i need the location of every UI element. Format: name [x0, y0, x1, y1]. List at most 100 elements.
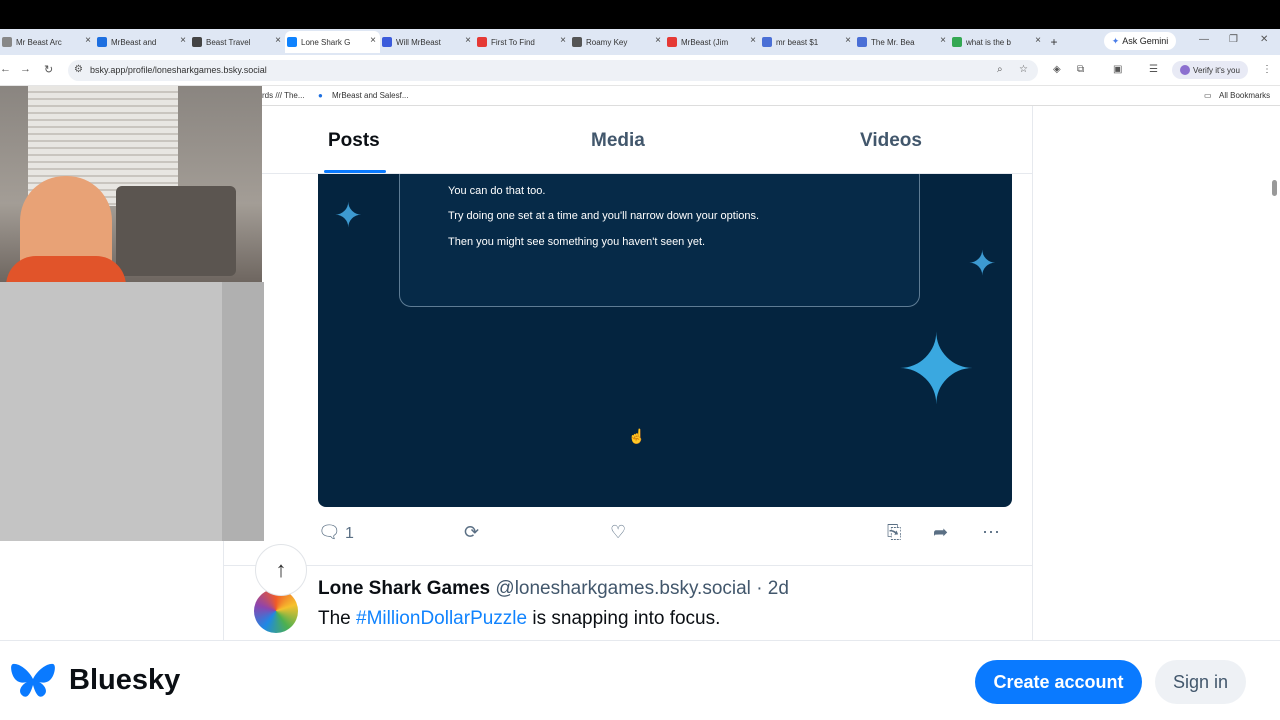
close-window-icon[interactable]: ✕: [1260, 34, 1268, 45]
folder-icon: ▭: [1204, 91, 1212, 100]
tab-favicon-icon: [192, 37, 202, 47]
share-icon[interactable]: ➦: [933, 522, 948, 543]
bookmark-item[interactable]: rds /// The...: [262, 91, 305, 100]
webcam-overlay: [0, 86, 262, 282]
bookmark-star-icon[interactable]: ☆: [1019, 64, 1028, 75]
zoom-icon[interactable]: ⌕: [997, 64, 1003, 75]
tab-videos[interactable]: Videos: [860, 130, 922, 152]
ask-gemini-button[interactable]: ✦ Ask Gemini: [1104, 32, 1176, 50]
hashtag-link[interactable]: #MillionDollarPuzzle: [356, 608, 527, 629]
post-author-line: Lone Shark Games @lonesharkgames.bsky.so…: [318, 578, 789, 600]
grey-overlay: [0, 282, 264, 541]
hand-cursor-icon: ☝: [628, 428, 646, 444]
minimize-icon[interactable]: —: [1199, 34, 1209, 45]
split-view-icon[interactable]: ▣: [1113, 64, 1122, 75]
top-black-strip: [0, 0, 1280, 29]
new-tab-button[interactable]: +: [1045, 35, 1063, 49]
all-bookmarks[interactable]: All Bookmarks: [1219, 91, 1270, 100]
person-hoodie: [6, 256, 126, 282]
browser-tab[interactable]: Will MrBeast ×: [380, 31, 475, 53]
tab-favicon-icon: [572, 37, 582, 47]
tab-favicon-icon: [762, 37, 772, 47]
reload-icon[interactable]: ↻: [44, 63, 53, 76]
tab-label: Will MrBeast: [396, 37, 441, 47]
tab-label: First To Find: [491, 37, 535, 47]
sign-in-button[interactable]: Sign in: [1155, 660, 1246, 704]
browser-tab[interactable]: Beast Travel ×: [190, 31, 285, 53]
author-handle[interactable]: @lonesharkgames.bsky.social: [495, 578, 751, 599]
tab-close-icon[interactable]: ×: [1035, 35, 1041, 46]
browser-tab[interactable]: MrBeast and ×: [95, 31, 190, 53]
extensions-puzzle-icon[interactable]: ⧉: [1077, 64, 1084, 75]
like-heart-icon[interactable]: ♡: [610, 522, 626, 543]
repost-icon[interactable]: ⟳: [464, 522, 479, 543]
url-field[interactable]: bsky.app/profile/lonesharkgames.bsky.soc…: [68, 60, 1038, 81]
verify-profile-button[interactable]: Verify it's you: [1172, 61, 1248, 79]
profile-tabs: Posts Media Videos: [261, 106, 1032, 174]
star-decoration-icon: ✦: [334, 197, 363, 235]
star-decoration-icon: ✦: [896, 317, 977, 424]
tab-label: mr beast $1: [776, 37, 819, 47]
forward-icon[interactable]: →: [20, 63, 31, 75]
post-age: · 2d: [756, 578, 789, 599]
tab-close-icon[interactable]: ×: [845, 35, 851, 46]
scroll-to-top-button[interactable]: ↑: [255, 544, 307, 596]
more-options-icon[interactable]: ⋯: [982, 522, 1000, 543]
bookmark-item[interactable]: MrBeast and Salesf...: [332, 91, 408, 100]
browser-tab[interactable]: The Mr. Bea ×: [855, 31, 950, 53]
browser-tab-bar: Mr Beast Arc × MrBeast and × Beast Travel × Lo…: [0, 29, 1280, 55]
tab-close-icon[interactable]: ×: [180, 35, 186, 46]
tab-favicon-icon: [287, 37, 297, 47]
browser-tab[interactable]: what is the b ×: [950, 31, 1045, 53]
active-tab-indicator: [324, 170, 386, 173]
tab-close-icon[interactable]: ×: [655, 35, 661, 46]
tab-media[interactable]: Media: [591, 130, 645, 152]
sparkle-icon: ✦: [1111, 35, 1120, 46]
brand-name: Bluesky: [69, 664, 181, 696]
browser-tab[interactable]: MrBeast (Jim ×: [665, 31, 760, 53]
browser-tab[interactable]: Roamy Key ×: [570, 31, 665, 53]
tab-posts[interactable]: Posts: [328, 130, 380, 152]
tab-favicon-icon: [667, 37, 677, 47]
browser-tab[interactable]: Lone Shark G ×: [285, 31, 380, 53]
maximize-icon[interactable]: ❐: [1229, 34, 1238, 45]
post-image[interactable]: You can do that too. Try doing one set a…: [318, 174, 1012, 507]
browser-tab[interactable]: First To Find ×: [475, 31, 570, 53]
tab-close-icon[interactable]: ×: [465, 35, 471, 46]
author-name[interactable]: Lone Shark Games: [318, 578, 490, 599]
star-decoration-icon: ✦: [968, 245, 997, 283]
tab-label: MrBeast (Jim: [681, 37, 729, 47]
tab-favicon-icon: [952, 37, 962, 47]
page-scrollbar[interactable]: [1270, 110, 1278, 640]
tab-favicon-icon: [477, 37, 487, 47]
tab-close-icon[interactable]: ×: [370, 35, 376, 46]
card-line: Then you might see something you haven't…: [448, 236, 706, 248]
couch: [116, 186, 236, 276]
card-line: You can do that too.: [448, 185, 546, 197]
media-icon[interactable]: ☰: [1149, 64, 1158, 75]
browser-tab[interactable]: Mr Beast Arc ×: [0, 31, 95, 53]
tab-close-icon[interactable]: ×: [85, 35, 91, 46]
site-info-icon[interactable]: ⚙: [74, 64, 83, 75]
image-text-card: You can do that too. Try doing one set a…: [399, 174, 920, 307]
tab-close-icon[interactable]: ×: [275, 35, 281, 46]
tab-close-icon[interactable]: ×: [940, 35, 946, 46]
tab-favicon-icon: [857, 37, 867, 47]
card-line: Try doing one set at a time and you'll n…: [448, 210, 760, 222]
create-account-button[interactable]: Create account: [975, 660, 1142, 704]
bookmark-icon[interactable]: ⎘: [887, 522, 901, 543]
tab-close-icon[interactable]: ×: [750, 35, 756, 46]
back-icon[interactable]: ←: [0, 63, 11, 75]
post-text: The #MillionDollarPuzzle is snapping int…: [318, 608, 721, 629]
tab-label: MrBeast and: [111, 37, 157, 47]
tab-label: Mr Beast Arc: [16, 37, 62, 47]
arrow-up-icon: ↑: [275, 557, 287, 582]
menu-kebab-icon[interactable]: ⋮: [1262, 64, 1272, 75]
tab-favicon-icon: [382, 37, 392, 47]
extension-shield-icon[interactable]: ◈: [1053, 64, 1061, 75]
tab-close-icon[interactable]: ×: [560, 35, 566, 46]
browser-tab[interactable]: mr beast $1 ×: [760, 31, 855, 53]
reply-icon[interactable]: 🗨: [318, 522, 341, 543]
tab-favicon-icon: [2, 37, 12, 47]
tab-label: Beast Travel: [206, 37, 251, 47]
